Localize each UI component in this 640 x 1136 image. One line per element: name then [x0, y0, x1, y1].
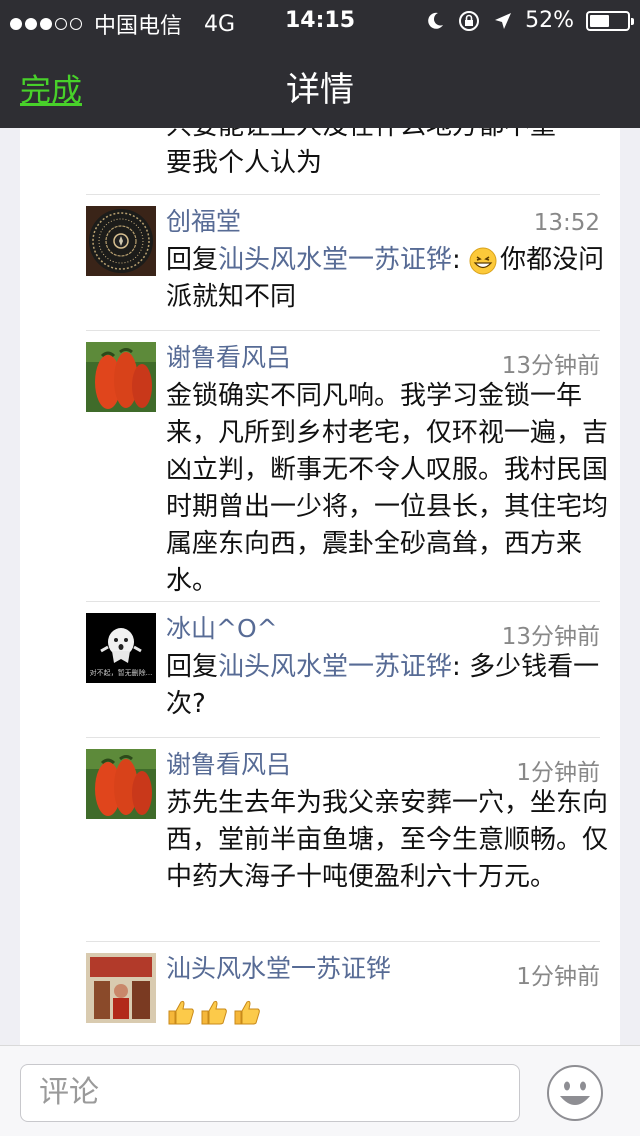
comment-divider: [86, 194, 600, 195]
thumbs-up-icon: [168, 1000, 194, 1024]
reply-target[interactable]: 汕头风水堂一苏证铧: [218, 245, 452, 275]
comment-input[interactable]: [21, 1065, 499, 1119]
comment-time: 13:52: [533, 210, 600, 236]
page-title: 详情: [286, 70, 354, 110]
nav-bar: 完成 详情: [0, 40, 640, 128]
reply-colon: :: [452, 652, 470, 682]
location-arrow-icon: [495, 12, 512, 29]
avatar[interactable]: [86, 342, 156, 412]
comment-text: 回复汕头风水堂一苏证铧: 多少钱看一次?: [166, 649, 608, 723]
commenter-name[interactable]: 谢鲁看风吕: [166, 745, 291, 781]
avatar[interactable]: [86, 749, 156, 819]
thumbs-up-icon: [234, 1000, 260, 1024]
commenter-name[interactable]: 谢鲁看风吕: [166, 338, 291, 374]
avatar[interactable]: [86, 953, 156, 1023]
comment-divider: [86, 941, 600, 942]
moon-icon: [428, 12, 444, 29]
carryover-line: 要我个人认为: [166, 148, 323, 178]
comment-text: 金锁确实不同凡响。我学习金锁一年来，凡所到乡村老宅，仅环视一遍，吉凶立判，断事无…: [166, 381, 609, 596]
reply-colon: :: [452, 245, 470, 275]
comment-time: 13分钟前: [501, 624, 600, 650]
comment-divider: [86, 601, 600, 602]
carryover-text: 只要能让主人没在什么地方都不重 要我个人认为: [166, 128, 606, 182]
comment-time: 13分钟前: [501, 353, 600, 379]
comment-text: 回复汕头风水堂一苏证铧: 你都没问派就知不同: [166, 242, 608, 316]
comment-emoji-row: [166, 993, 608, 1030]
comment-text: 苏先生去年为我父亲安葬一穴，坐东向西，堂前半亩鱼塘，至今生意顺畅。仅中药大海子十…: [166, 788, 609, 892]
battery-icon: [586, 10, 634, 31]
reply-prefix: 回复: [166, 245, 219, 275]
avatar-caption: 对不起，暂无删除...: [89, 669, 153, 677]
comment-time: 1分钟前: [516, 964, 600, 990]
avatar[interactable]: 对不起，暂无删除...: [86, 613, 156, 683]
reply-prefix: 回复: [166, 652, 219, 682]
comment-input-box[interactable]: [20, 1064, 520, 1122]
reply-target[interactable]: 汕头风水堂一苏证铧: [218, 652, 452, 682]
smiley-face-icon[interactable]: [546, 1064, 604, 1122]
comment-time: 1分钟前: [516, 760, 600, 786]
grin-emoji-icon: [469, 247, 497, 274]
comments-list[interactable]: 只要能让主人没在什么地方都不重 要我个人认为 创福堂 13:52 回复汕头风水堂…: [20, 128, 620, 1045]
battery-percent: 52%: [525, 8, 574, 33]
comment-divider: [86, 330, 600, 331]
avatar[interactable]: [86, 206, 156, 276]
rotation-lock-icon: [459, 10, 480, 31]
carryover-line: 只要能让主人没在什么地方都不重: [166, 128, 606, 145]
commenter-name[interactable]: 冰山^O^: [166, 609, 278, 645]
comment-divider: [86, 737, 600, 738]
status-bar: 中国电信 4G 14:15 52%: [0, 0, 640, 40]
comment-input-bar: [0, 1045, 640, 1136]
commenter-name[interactable]: 创福堂: [166, 202, 241, 238]
commenter-name[interactable]: 汕头风水堂一苏证铧: [166, 949, 391, 985]
thumbs-up-icon: [201, 1000, 227, 1024]
